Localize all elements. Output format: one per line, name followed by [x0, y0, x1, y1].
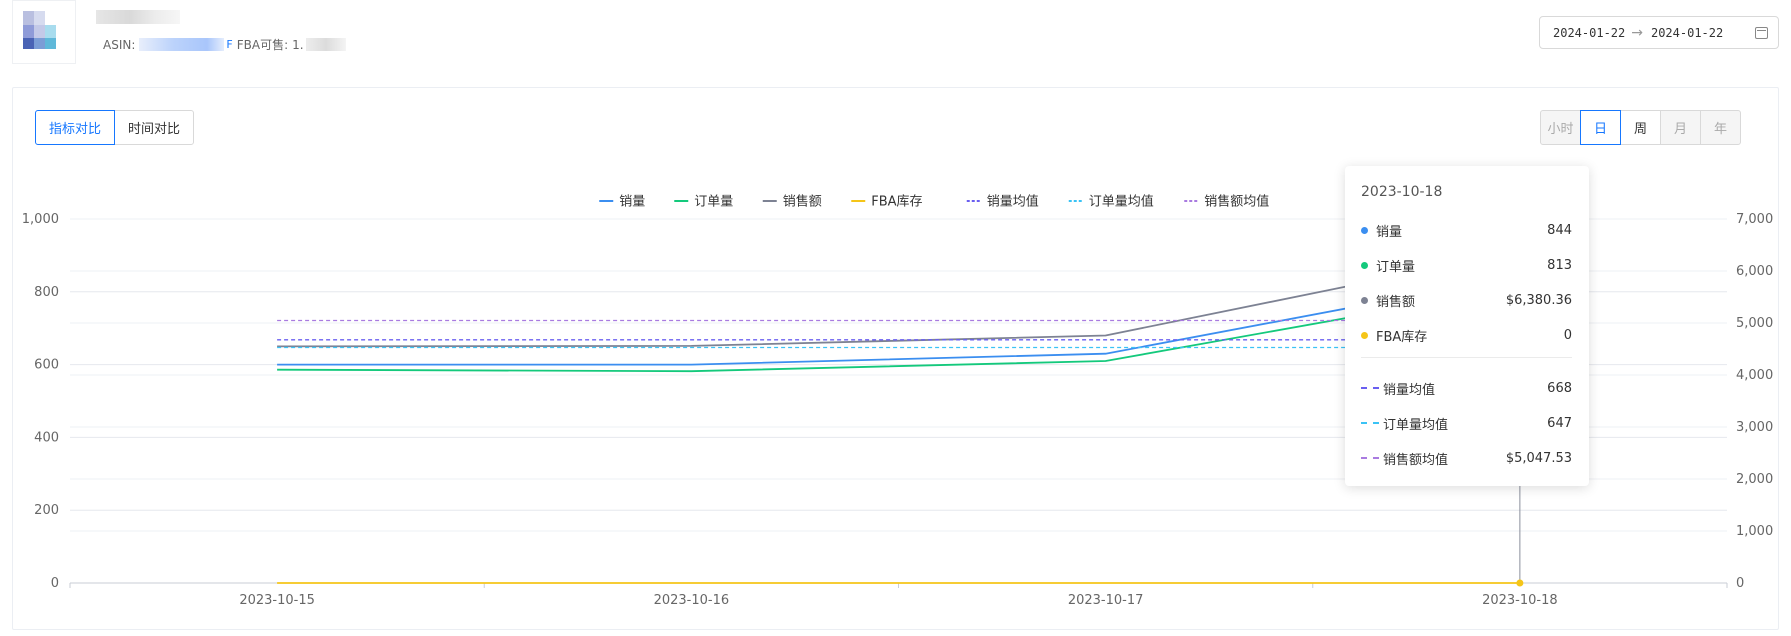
tooltip-row-orders-avg: 订单量均值 647: [1361, 413, 1572, 433]
data-point-fba[interactable]: [1516, 579, 1524, 587]
y-right-tick-label: 3,000: [1736, 420, 1773, 435]
dashed-line-icon: [1361, 457, 1379, 459]
tooltip-row-value: $6,380.36: [1505, 292, 1572, 308]
y-right-tick-label: 7,000: [1736, 212, 1773, 227]
tooltip-row-value: 668: [1547, 380, 1572, 396]
y-left-tick-label: 0: [51, 576, 59, 591]
legend-dot-icon: [1361, 226, 1368, 234]
tooltip-row-revenue-avg: 销售额均值 $5,047.53: [1361, 448, 1572, 468]
tooltip-row-label: FBA库存: [1376, 329, 1428, 345]
legend-label-sales_avg: 销量均值: [987, 194, 1039, 210]
tooltip-row-label: 销量均值: [1383, 382, 1436, 398]
tooltip-row-label: 销售额均值: [1383, 452, 1449, 468]
tab-metric-compare[interactable]: 指标对比: [35, 110, 116, 145]
tooltip-row-fba: FBA库存 0: [1361, 325, 1572, 345]
tooltip-row-sales: 销量 844: [1361, 220, 1572, 240]
tooltip-row-label: 订单量均值: [1383, 417, 1449, 433]
x-tick-label: 2023-10-16: [654, 593, 730, 608]
y-left-tick-label: 600: [34, 358, 59, 373]
tooltip-row-label: 销量: [1376, 224, 1403, 240]
tab-day[interactable]: 日: [1580, 110, 1621, 145]
legend-label-orders_avg: 订单量均值: [1089, 194, 1154, 210]
x-tick-label: 2023-10-18: [1482, 593, 1558, 608]
tooltip-row-label: 订单量: [1376, 259, 1416, 275]
dashed-line-icon: [1361, 387, 1379, 389]
y-left-tick-label: 800: [34, 285, 59, 300]
tooltip-row-revenue: 销售额 $6,380.36: [1361, 290, 1572, 310]
y-right-tick-label: 6,000: [1736, 264, 1773, 279]
y-right-tick-label: 4,000: [1736, 368, 1773, 383]
tooltip-row-orders: 订单量 813: [1361, 255, 1572, 275]
y-left-tick-label: 1,000: [22, 212, 59, 227]
y-right-tick-label: 2,000: [1736, 472, 1773, 487]
y-right-tick-label: 0: [1736, 576, 1744, 591]
legend-dot-icon: [1361, 261, 1368, 269]
y-left-tick-label: 400: [34, 430, 59, 445]
legend-dot-icon: [1361, 296, 1368, 304]
legend-label-fba: FBA库存: [871, 194, 922, 210]
legend-label-orders: 订单量: [694, 195, 733, 210]
tooltip-divider: [1361, 357, 1572, 358]
y-right-tick-label: 1,000: [1736, 524, 1773, 539]
legend-dot-icon: [1361, 331, 1368, 339]
y-right-tick-label: 5,000: [1736, 316, 1773, 331]
legend-label-sales: 销量: [619, 195, 645, 210]
chart-tooltip: 2023-10-18 销量 844 订单量 813 销售额 $6,380.36 …: [1345, 166, 1589, 486]
tooltip-row-value: $5,047.53: [1505, 450, 1572, 466]
x-tick-label: 2023-10-15: [239, 593, 315, 608]
dashed-line-icon: [1361, 422, 1379, 424]
y-left-tick-label: 200: [34, 503, 59, 518]
series-line-revenue[interactable]: [277, 250, 1521, 348]
tooltip-row-value: 647: [1547, 415, 1572, 431]
tooltip-date: 2023-10-18: [1361, 184, 1443, 200]
tooltip-row-sales-avg: 销量均值 668: [1361, 378, 1572, 398]
tooltip-row-label: 销售额: [1376, 294, 1416, 310]
tooltip-row-value: 0: [1563, 327, 1572, 343]
legend-label-revenue_avg: 销售额均值: [1204, 194, 1269, 210]
tooltip-row-value: 813: [1547, 257, 1572, 273]
x-tick-label: 2023-10-17: [1068, 593, 1144, 608]
legend-label-revenue: 销售额: [783, 194, 822, 210]
tooltip-row-value: 844: [1547, 222, 1572, 238]
page-root: ASIN: F FBA可售: 1. 2024-01-22 → 2024-01-2…: [0, 0, 1791, 636]
